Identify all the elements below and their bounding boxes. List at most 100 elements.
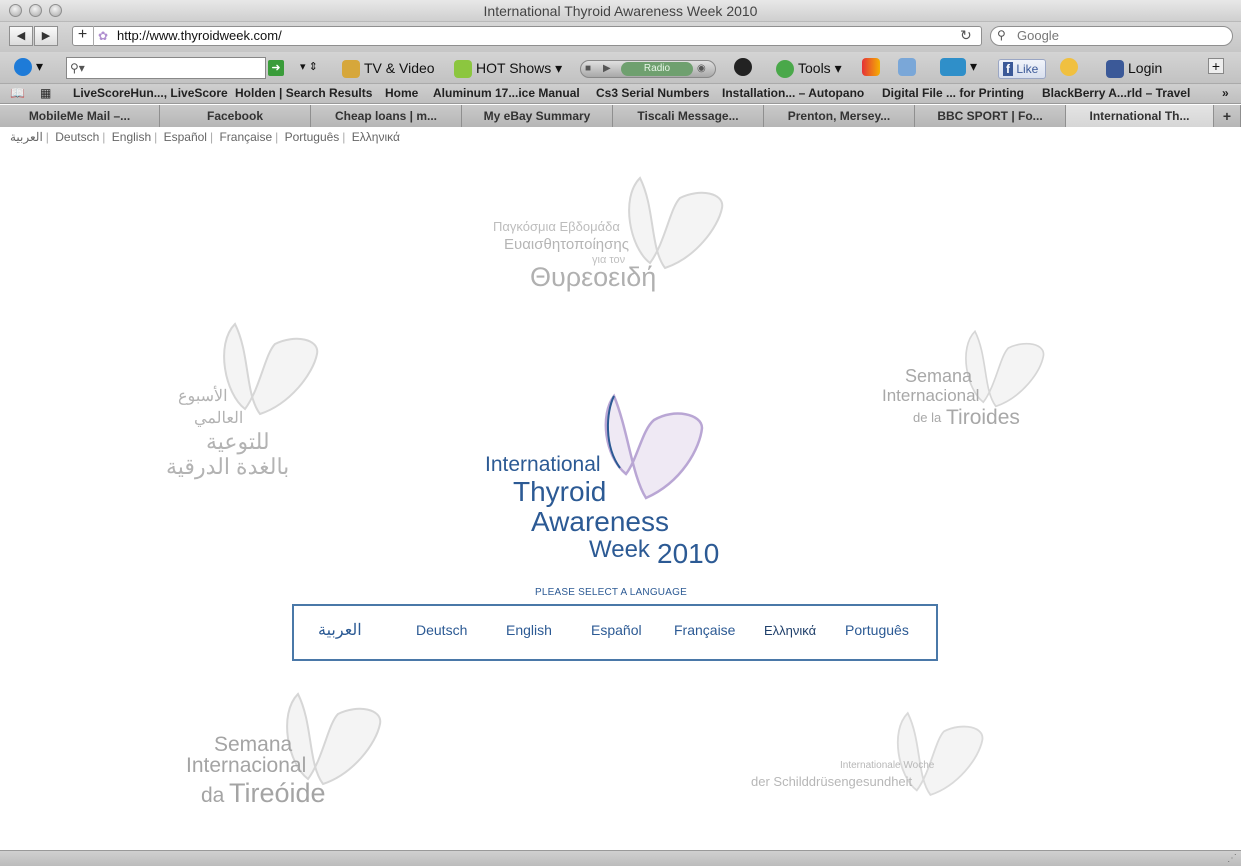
- forward-arrow-icon: ▶: [41, 30, 51, 42]
- top-sites-grid-icon[interactable]: ▦: [40, 86, 51, 100]
- shoe-icon[interactable]: ▾: [940, 58, 977, 77]
- page-content: العربية | Deutsch | English | Español | Fran…: [0, 128, 1241, 850]
- tools-label: Tools: [798, 60, 831, 76]
- bookmark-item[interactable]: BlackBerry A...rld – Travel: [1042, 86, 1190, 100]
- back-button[interactable]: ◀: [9, 26, 33, 46]
- resize-grip-icon[interactable]: ⋰: [1227, 853, 1237, 864]
- lang-link-arabic[interactable]: العربية: [10, 130, 43, 144]
- reload-icon[interactable]: ↻: [960, 27, 972, 44]
- logo-line-awareness: Awareness: [531, 506, 670, 537]
- tab-bar: MobileMe Mail –... Facebook Cheap loans …: [0, 105, 1241, 127]
- watermark-arabic-line1: الأسبوع: [178, 388, 228, 405]
- plus-icon: +: [77, 26, 88, 43]
- bookmark-item[interactable]: Installation... – Autopano: [722, 86, 864, 100]
- lang-link-deutsch[interactable]: Deutsch: [55, 130, 99, 144]
- watermark-spanish-line1: Semana: [905, 366, 973, 386]
- logo-line-week: Week: [589, 536, 650, 563]
- watermark-greek-line1: Παγκόσμια Εβδομάδα: [493, 219, 620, 234]
- toolbar-dropdown-icon[interactable]: ▾ ⇕: [300, 60, 318, 73]
- address-bar: ◀ ▶ http://www.thyroidweek.com/ + ✿ ↻ Go…: [0, 22, 1241, 52]
- bookmark-item[interactable]: Aluminum 17...ice Manual: [433, 86, 580, 100]
- url-input[interactable]: http://www.thyroidweek.com/: [72, 26, 982, 46]
- more-bookmarks-icon[interactable]: »: [1222, 86, 1229, 100]
- watermark-portuguese-line3: da: [201, 784, 225, 807]
- butterfly-german-icon: [896, 711, 984, 796]
- facebook-like-button[interactable]: f Like: [998, 59, 1046, 79]
- add-bookmark-button[interactable]: +: [72, 26, 94, 46]
- watermark-german-line1: Internationale Woche: [840, 760, 935, 771]
- bookmark-item[interactable]: Holden | Search Results: [235, 86, 372, 100]
- hot-shows-label: HOT Shows: [476, 60, 552, 76]
- radio-player[interactable]: ■ ▶ Radio ◉: [580, 60, 716, 78]
- facebook-f-icon: f: [1003, 62, 1013, 76]
- tab[interactable]: Facebook: [160, 105, 311, 127]
- browser-window: International Thyroid Awareness Week 201…: [0, 0, 1241, 866]
- bookmark-item[interactable]: Cs3 Serial Numbers: [596, 86, 709, 100]
- select-language-prompt: PLEASE SELECT A LANGUAGE: [535, 587, 687, 598]
- volume-icon[interactable]: ◉: [697, 63, 706, 74]
- lang-link-english[interactable]: English: [112, 130, 151, 144]
- toolbar-search-input[interactable]: [66, 57, 266, 79]
- lang-link-portugues[interactable]: Português: [285, 130, 340, 144]
- lang-link-espanol[interactable]: Español: [164, 130, 207, 144]
- tab[interactable]: Tiscali Message...: [613, 105, 764, 127]
- tab[interactable]: MobileMe Mail –...: [0, 105, 160, 127]
- search-input[interactable]: Google: [990, 26, 1233, 46]
- facebook-login-button[interactable]: Login: [1106, 60, 1162, 79]
- new-tab-button[interactable]: +: [1214, 105, 1241, 127]
- bookmarks-bar: 📖 ▦ LiveScoreHun..., LiveScore Holden | …: [0, 84, 1241, 104]
- watermark-arabic-line3: للتوعية: [206, 429, 270, 454]
- tab[interactable]: BBC SPORT | Fo...: [915, 105, 1066, 127]
- watermark-portuguese-line2: Internacional: [186, 754, 307, 777]
- chat-icon[interactable]: [898, 58, 920, 77]
- language-selector: العربية Deutsch English Español Français…: [292, 604, 938, 661]
- skype-icon[interactable]: [734, 58, 756, 77]
- toolbar-logo-icon[interactable]: ▾: [14, 58, 43, 77]
- watermark-spanish-line3: de la: [913, 410, 942, 425]
- watermark-arabic-line4: بالغدة الدرقية: [166, 454, 290, 479]
- tv-video-button[interactable]: TV & Video: [342, 60, 435, 79]
- bookmark-item[interactable]: LiveScoreHun..., LiveScore: [73, 86, 228, 100]
- watermark-arabic-line2: العالمي: [194, 410, 244, 427]
- bookmark-item[interactable]: Digital File ... for Printing: [882, 86, 1024, 100]
- tab[interactable]: Prenton, Mersey...: [764, 105, 915, 127]
- language-button-portugues[interactable]: Português: [845, 622, 909, 638]
- hot-shows-button[interactable]: HOT Shows ▾: [454, 60, 562, 79]
- status-bar: ⋰: [0, 850, 1241, 866]
- addon-toolbar: ▾ ⚲▾ ➜ ▾ ⇕ TV & Video HOT Shows ▾ ■ ▶ Ra…: [0, 52, 1241, 84]
- lang-link-greek[interactable]: Ελληνικά: [352, 130, 400, 144]
- forward-button[interactable]: ▶: [34, 26, 58, 46]
- language-button-espanol[interactable]: Español: [591, 622, 642, 638]
- logo-line-international: International: [485, 453, 601, 476]
- tv-video-label: TV & Video: [364, 60, 435, 76]
- lang-link-francaise[interactable]: Française: [219, 130, 272, 144]
- plus-icon: +: [1222, 108, 1232, 124]
- toolbar-go-button[interactable]: ➜: [268, 60, 284, 76]
- bookmark-item[interactable]: Home: [385, 86, 418, 100]
- language-button-deutsch[interactable]: Deutsch: [416, 622, 467, 638]
- top-language-links: العربية | Deutsch | English | Español | Fran…: [10, 130, 400, 144]
- bookmarks-book-icon[interactable]: 📖: [10, 86, 25, 100]
- watermark-german-line2: der Schilddrüsengesundheit: [751, 774, 913, 789]
- weather-icon[interactable]: [1060, 58, 1082, 77]
- tab[interactable]: Cheap loans | m...: [311, 105, 462, 127]
- logo-line-year: 2010: [657, 538, 720, 569]
- play-icon[interactable]: ▶: [603, 63, 611, 74]
- tab[interactable]: My eBay Summary: [462, 105, 613, 127]
- language-button-greek[interactable]: Ελληνικά: [764, 623, 816, 638]
- stop-icon[interactable]: ■: [585, 63, 591, 74]
- ebay-icon[interactable]: [862, 58, 884, 77]
- watermark-greek-line4: Θυρεοειδή: [530, 262, 657, 292]
- tools-button[interactable]: Tools ▾: [776, 60, 842, 79]
- title-bar: International Thyroid Awareness Week 201…: [0, 0, 1241, 22]
- toolbar-add-icon[interactable]: +: [1208, 58, 1224, 74]
- language-button-english[interactable]: English: [506, 622, 552, 638]
- watermark-portuguese-line4: Tireóide: [229, 778, 326, 808]
- window-title: International Thyroid Awareness Week 201…: [483, 3, 758, 19]
- language-button-arabic[interactable]: العربية: [318, 620, 362, 640]
- back-arrow-icon: ◀: [16, 30, 26, 42]
- language-button-francaise[interactable]: Française: [674, 622, 735, 638]
- thyroid-butterfly-logo-icon: [604, 393, 704, 500]
- watermark-spanish-line2: Internacional: [882, 386, 980, 405]
- tab-active[interactable]: International Th...: [1066, 105, 1214, 127]
